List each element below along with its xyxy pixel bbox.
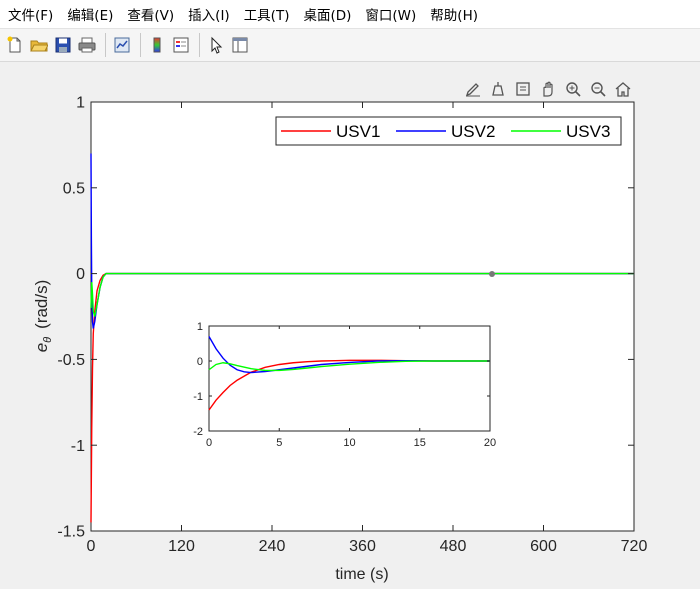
menu-insert[interactable]: 插入(I) (180, 4, 236, 24)
print-icon[interactable] (76, 34, 98, 56)
menu-edit[interactable]: 编辑(E) (59, 4, 119, 24)
brush-icon[interactable] (462, 78, 484, 100)
export-icon[interactable] (512, 78, 534, 100)
pan-icon[interactable] (537, 78, 559, 100)
menu-tools[interactable]: 工具(T) (236, 4, 296, 24)
zoom-in-icon[interactable] (562, 78, 584, 100)
home-icon[interactable] (612, 78, 634, 100)
menu-help[interactable]: 帮助(H) (422, 4, 484, 24)
save-icon[interactable] (52, 34, 74, 56)
pointer-icon[interactable] (205, 34, 227, 56)
menu-view[interactable]: 查看(V) (119, 4, 180, 24)
menu-window[interactable]: 窗口(W) (357, 4, 422, 24)
toolbar-separator (105, 33, 106, 57)
property-editor-icon[interactable] (229, 34, 251, 56)
figure-toolbar (0, 29, 700, 62)
colorbar-icon[interactable] (146, 34, 168, 56)
menu-file[interactable]: 文件(F) (0, 4, 59, 24)
menu-bar: 文件(F) 编辑(E) 查看(V) 插入(I) 工具(T) 桌面(D) 窗口(W… (0, 0, 700, 29)
toolbar-separator (199, 33, 200, 57)
zoom-out-icon[interactable] (587, 78, 609, 100)
data-tip-icon[interactable] (487, 78, 509, 100)
new-file-icon[interactable] (4, 34, 26, 56)
toolbar-separator (140, 33, 141, 57)
axes-toolbar (459, 78, 634, 100)
link-plot-icon[interactable] (111, 34, 133, 56)
open-folder-icon[interactable] (28, 34, 50, 56)
legend-icon[interactable] (170, 34, 192, 56)
figure-canvas (0, 63, 700, 589)
menu-desktop[interactable]: 桌面(D) (295, 4, 357, 24)
